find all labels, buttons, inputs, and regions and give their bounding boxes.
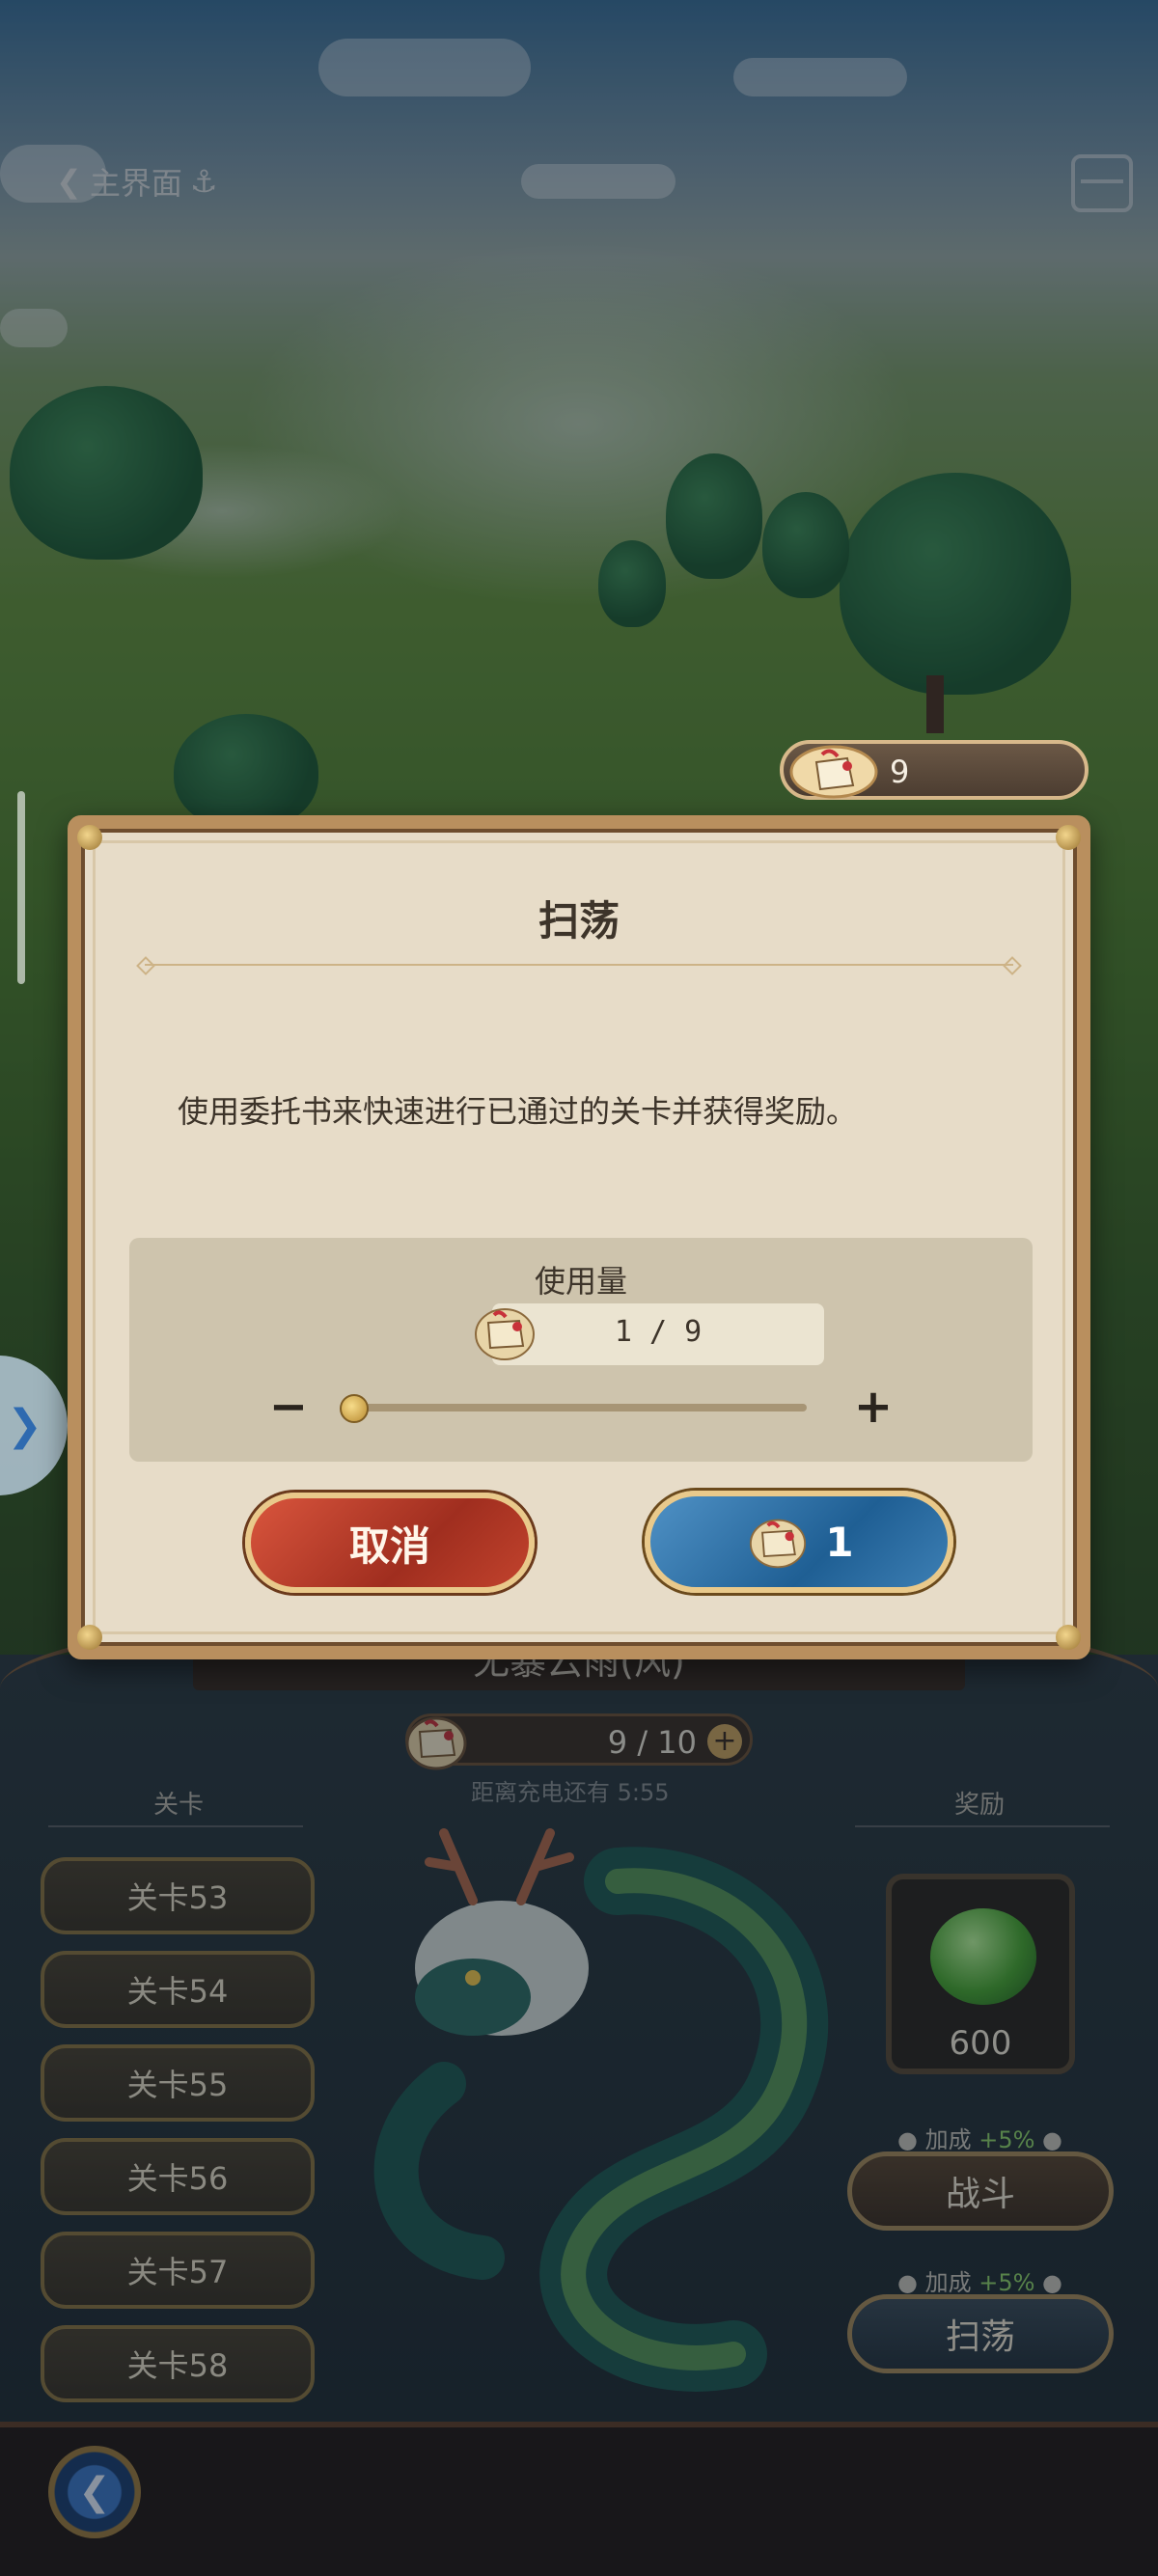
- frame-rivet: [77, 825, 102, 850]
- quantity-slider-thumb[interactable]: [340, 1394, 369, 1423]
- commission-book-count: 9: [890, 754, 910, 790]
- scroll-indicator: [17, 791, 25, 984]
- dialog-title: 扫荡: [538, 897, 620, 945]
- sweep-dialog: 扫荡 使用委托书来快速进行已通过的关卡并获得奖励。 使用量 1 / 9 − + …: [68, 815, 1090, 1659]
- confirm-amount: 1: [825, 1518, 854, 1566]
- increase-quantity-button[interactable]: +: [849, 1380, 897, 1434]
- frame-rivet: [77, 1625, 102, 1650]
- commission-book-icon: [750, 1519, 807, 1569]
- title-divider: [145, 964, 1013, 966]
- quantity-slider-track[interactable]: [344, 1404, 807, 1411]
- quantity-display: 1 / 9: [475, 1303, 824, 1365]
- chevron-right-icon: ❯: [7, 1401, 42, 1450]
- decrease-quantity-button[interactable]: −: [264, 1380, 313, 1434]
- dialog-description: 使用委托书来快速进行已通过的关卡并获得奖励。: [178, 1093, 858, 1130]
- usage-label: 使用量: [534, 1263, 627, 1300]
- commission-book-icon: [789, 745, 878, 799]
- frame-rivet: [1056, 825, 1081, 850]
- confirm-sweep-button[interactable]: 1: [645, 1491, 953, 1593]
- frame-rivet: [1056, 1625, 1081, 1650]
- commission-book-counter: 9: [780, 740, 1089, 800]
- usage-panel: 使用量 1 / 9 − +: [129, 1238, 1033, 1462]
- cancel-button[interactable]: 取消: [245, 1493, 535, 1593]
- quantity-value: 1 / 9: [614, 1315, 703, 1349]
